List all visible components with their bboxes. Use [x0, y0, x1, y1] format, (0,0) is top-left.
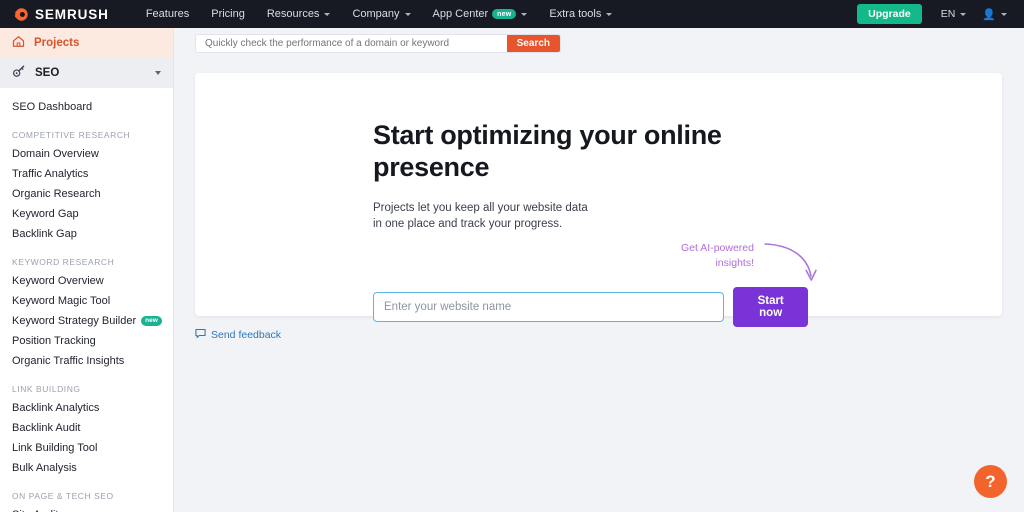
sidebar-item-keyword-magic-tool[interactable]: Keyword Magic Tool	[0, 291, 173, 311]
onboarding-card-content: Start optimizing your online presence Pr…	[373, 120, 817, 327]
search-button[interactable]: Search	[506, 34, 560, 52]
sidebar-item-link-building-tool[interactable]: Link Building Tool	[0, 438, 173, 458]
chevron-down-icon	[324, 12, 331, 16]
website-signup-row: Start now	[373, 287, 809, 327]
sidebar-item-link-building-tool-label: Link Building Tool	[12, 442, 98, 454]
sidebar-item-bulk-analysis-label: Bulk Analysis	[12, 462, 77, 474]
chevron-down-icon	[155, 70, 161, 75]
sidebar-item-seo-dashboard-label: SEO Dashboard	[12, 101, 93, 113]
sidebar-group-on-page-tech-seo-items: Site Audit	[0, 505, 173, 512]
user-avatar-icon: 👤	[982, 8, 996, 21]
upgrade-button[interactable]: Upgrade	[857, 4, 922, 24]
sidebar: Projects SEO SEO Dashboard COMPETITIVE R…	[0, 28, 174, 512]
sidebar-item-backlink-analytics[interactable]: Backlink Analytics	[0, 398, 173, 418]
sidebar-item-backlink-audit[interactable]: Backlink Audit	[0, 418, 173, 438]
top-navigation-bar: SEMRUSH Features Pricing Resources Compa…	[0, 0, 1024, 28]
chevron-down-icon	[960, 12, 967, 16]
language-selector[interactable]: EN	[934, 0, 974, 28]
nav-item-features-label: Features	[145, 8, 190, 20]
semrush-comet-icon	[12, 6, 29, 23]
sidebar-item-keyword-overview-label: Keyword Overview	[12, 275, 104, 287]
nav-item-company[interactable]: Company	[341, 0, 421, 28]
sidebar-item-backlink-audit-label: Backlink Audit	[12, 422, 81, 434]
page-title: Start optimizing your online presence	[373, 120, 722, 182]
new-badge: new	[141, 316, 162, 326]
sidebar-item-seo-dashboard[interactable]: SEO Dashboard	[0, 97, 173, 117]
top-nav-items: Features Pricing Resources Company App C…	[135, 0, 624, 28]
sidebar-item-backlink-gap-label: Backlink Gap	[12, 228, 77, 240]
sidebar-item-projects-label: Projects	[34, 36, 80, 49]
semrush-logo[interactable]: SEMRUSH	[12, 0, 109, 28]
language-selector-label: EN	[940, 8, 956, 20]
nav-item-pricing[interactable]: Pricing	[200, 0, 256, 28]
sidebar-group-competitive-research-items: Domain Overview Traffic Analytics Organi…	[0, 144, 173, 244]
chevron-down-icon	[606, 12, 613, 16]
sidebar-group-on-page-tech-seo: ON PAGE & TECH SEO	[12, 491, 114, 501]
sidebar-item-traffic-analytics-label: Traffic Analytics	[12, 168, 89, 180]
sidebar-item-keyword-strategy-builder-label: Keyword Strategy Builder	[12, 315, 137, 327]
main-content-area: Start optimizing your online presence Pr…	[174, 58, 1024, 512]
sidebar-item-projects[interactable]: Projects	[0, 28, 173, 57]
help-button[interactable]: ?	[974, 465, 1007, 498]
sidebar-group-keyword-research: KEYWORD RESEARCH	[12, 257, 115, 267]
sidebar-item-seo[interactable]: SEO	[0, 57, 173, 88]
send-feedback-link[interactable]: Send feedback	[195, 328, 281, 342]
sidebar-item-keyword-gap-label: Keyword Gap	[12, 208, 79, 220]
seo-key-icon	[12, 64, 26, 81]
ai-insights-note: Get AI-powered insights!	[681, 242, 754, 269]
search-input[interactable]	[196, 34, 507, 52]
top-nav-right-controls: Upgrade EN 👤	[857, 0, 1014, 28]
nav-item-pricing-label: Pricing	[211, 8, 245, 20]
global-search-bar: Search	[174, 28, 1024, 58]
start-now-button[interactable]: Start now	[733, 287, 809, 327]
account-menu[interactable]: 👤	[975, 0, 1014, 28]
nav-item-app-center-label: App Center	[432, 8, 489, 20]
sidebar-group-link-building: LINK BUILDING	[12, 384, 81, 394]
sidebar-group-link-building-items: Backlink Analytics Backlink Audit Link B…	[0, 398, 173, 478]
global-search-wrapper: Search	[195, 33, 561, 53]
sidebar-item-position-tracking[interactable]: Position Tracking	[0, 331, 173, 351]
sidebar-item-organic-traffic-insights-label: Organic Traffic Insights	[12, 355, 125, 367]
nav-item-features[interactable]: Features	[135, 0, 200, 28]
sidebar-item-keyword-strategy-builder[interactable]: Keyword Strategy Builder new	[0, 311, 173, 331]
website-name-input[interactable]	[373, 292, 725, 322]
nav-item-extra-tools-label: Extra tools	[549, 8, 602, 20]
chevron-down-icon	[1001, 12, 1007, 16]
sidebar-item-keyword-overview[interactable]: Keyword Overview	[0, 271, 173, 291]
sidebar-item-organic-research-label: Organic Research	[12, 188, 101, 200]
sidebar-item-keyword-magic-tool-label: Keyword Magic Tool	[12, 295, 111, 307]
sidebar-group-competitive-research: COMPETITIVE RESEARCH	[12, 130, 131, 140]
send-feedback-label: Send feedback	[211, 329, 282, 341]
semrush-logo-text: SEMRUSH	[35, 6, 109, 22]
sidebar-item-keyword-gap[interactable]: Keyword Gap	[0, 204, 173, 224]
nav-item-resources[interactable]: Resources	[256, 0, 342, 28]
sidebar-item-traffic-analytics[interactable]: Traffic Analytics	[0, 164, 173, 184]
nav-item-resources-label: Resources	[266, 8, 320, 20]
sidebar-item-seo-label: SEO	[35, 66, 60, 79]
sidebar-item-organic-research[interactable]: Organic Research	[0, 184, 173, 204]
sidebar-item-backlink-analytics-label: Backlink Analytics	[12, 402, 100, 414]
sidebar-item-domain-overview-label: Domain Overview	[12, 148, 99, 160]
speech-bubble-icon	[195, 328, 206, 342]
sidebar-group-keyword-research-items: Keyword Overview Keyword Magic Tool Keyw…	[0, 271, 173, 371]
nav-item-extra-tools[interactable]: Extra tools	[538, 0, 623, 28]
nav-item-company-label: Company	[352, 8, 400, 20]
sidebar-item-bulk-analysis[interactable]: Bulk Analysis	[0, 458, 173, 478]
nav-item-app-center[interactable]: App Center new	[422, 0, 539, 28]
new-badge: new	[492, 9, 517, 19]
chevron-down-icon	[521, 12, 528, 16]
chevron-down-icon	[404, 12, 411, 16]
sidebar-item-domain-overview[interactable]: Domain Overview	[0, 144, 173, 164]
onboarding-card: Start optimizing your online presence Pr…	[195, 73, 1002, 327]
sidebar-item-backlink-gap[interactable]: Backlink Gap	[0, 224, 173, 244]
sidebar-item-site-audit[interactable]: Site Audit	[0, 505, 173, 512]
sidebar-item-position-tracking-label: Position Tracking	[12, 335, 96, 347]
home-icon	[12, 35, 25, 51]
page-subtitle: Projects let you keep all your website d…	[373, 201, 588, 231]
sidebar-item-organic-traffic-insights[interactable]: Organic Traffic Insights	[0, 351, 173, 371]
